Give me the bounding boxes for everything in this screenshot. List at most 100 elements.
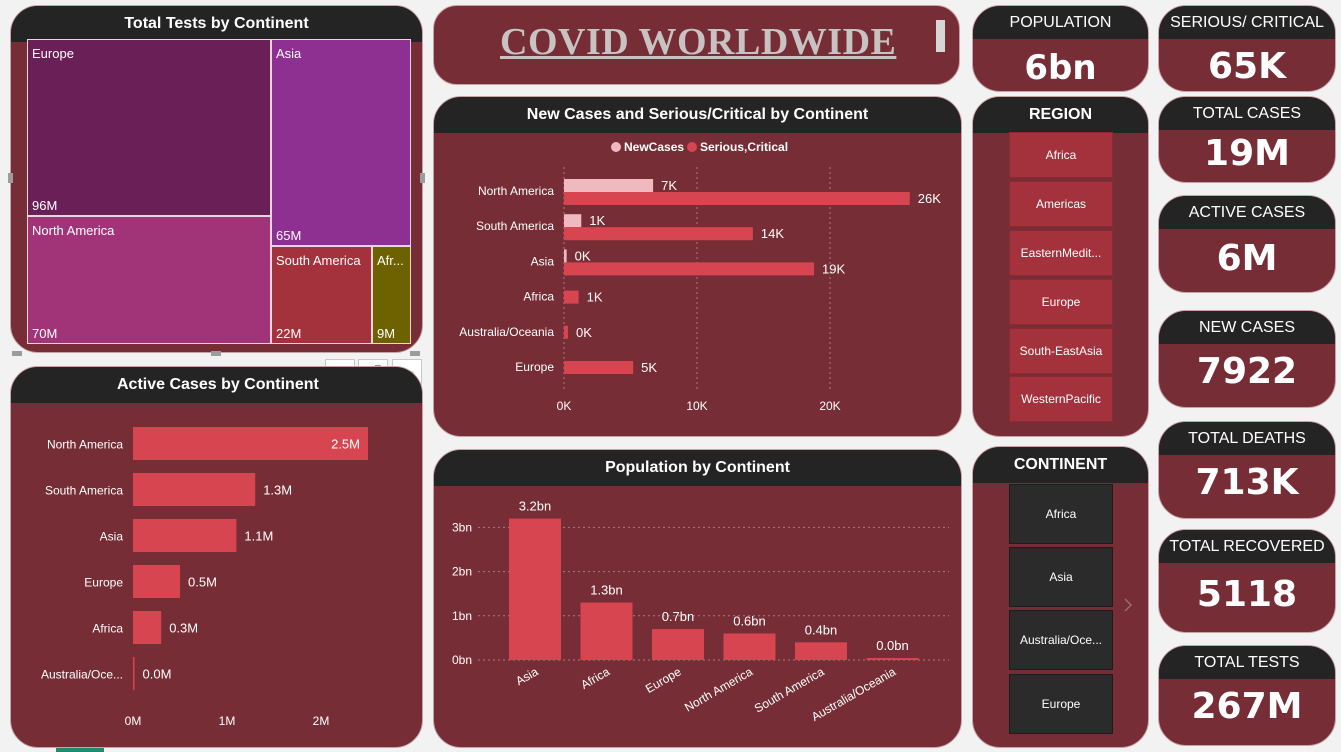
resize-handle[interactable] [8,173,13,183]
bar-new-cases [564,249,567,263]
bar-serious-critical [564,227,753,241]
bar-serious-critical [564,361,634,374]
kpi-label: TOTAL TESTS [1159,646,1335,679]
kpi-value: 65K [1208,46,1286,87]
tick-label: 0M [125,714,142,728]
chevron-right-icon[interactable] [1123,597,1133,617]
new-cases-title: New Cases and Serious/Critical by Contin… [434,97,961,133]
scrollbar[interactable] [936,20,945,52]
data-label: 0K [575,248,591,263]
kpi-label: TOTAL CASES [1159,97,1335,130]
resize-handle[interactable] [420,173,425,183]
bar-serious-critical [564,325,568,339]
treemap-label: North America [32,223,115,238]
bar [509,518,561,660]
active-cases-chart: North America 2.5M South America 1.3M Asia 1.… [41,427,368,728]
data-label: 1.1M [244,529,273,544]
dashboard-canvas: Total Tests by Continent Europe 96M Nort… [0,0,1341,752]
kpi-label: ACTIVE CASES [1159,196,1335,229]
category-label: Europe [84,576,123,590]
legend-marker [611,142,621,152]
tick-label: 2M [313,714,330,728]
slicer-item-region[interactable]: EasternMedit... [1009,230,1113,276]
slicer-item-continent[interactable]: Africa [1009,484,1113,544]
slicer-item-region[interactable]: Africa [1009,132,1113,178]
treemap-title: Total Tests by Continent [11,6,422,42]
category-label: Africa [578,664,612,692]
data-label: 5K [641,360,657,375]
treemap-label: Afr... [377,253,404,268]
kpi-value: 713K [1195,462,1299,503]
data-label: 1K [587,290,603,305]
region-slicer: REGION Africa Americas EasternMedit... E… [972,96,1149,437]
slicer-item-region[interactable]: Americas [1009,181,1113,227]
resize-handle[interactable] [12,351,22,356]
active-cases-panel[interactable]: Active Cases by Continent North America 2… [10,366,423,748]
bar-serious-critical [564,262,815,276]
data-label: 0.4bn [805,622,838,637]
kpi-label: NEW CASES [1159,311,1335,344]
title-panel: COVID WORLDWIDE [433,5,960,85]
bar [133,473,256,506]
bar [133,657,135,690]
slicer-item-continent[interactable]: Australia/Oce... [1009,610,1113,670]
page-tab-indicator[interactable] [56,748,104,752]
category-label: South America [45,484,123,498]
kpi-new-cases: NEW CASES 7922 [1158,310,1336,408]
kpi-total-cases: TOTAL CASES 19M [1158,96,1336,183]
category-label: Asia [513,664,540,688]
tick-label: 2bn [452,565,472,579]
resize-handle[interactable] [211,351,221,356]
kpi-value: 267M [1191,686,1303,727]
continent-slicer: CONTINENT Africa Asia Australia/Oce... E… [972,446,1149,748]
treemap-cell-north-america[interactable]: North America 70M [27,216,271,344]
page-title: COVID WORLDWIDE [500,21,897,63]
treemap-cell-south-america[interactable]: South America 22M [271,246,372,344]
active-cases-title: Active Cases by Continent [11,367,422,403]
data-label: 0.5M [188,575,217,590]
data-label: 26K [918,191,941,206]
slicer-item-region[interactable]: South-EastAsia [1009,328,1113,374]
slicer-item-continent[interactable]: Europe [1009,674,1113,734]
bar [133,611,162,644]
kpi-value: 5118 [1196,574,1298,615]
treemap-label: South America [276,253,361,268]
new-cases-panel[interactable]: New Cases and Serious/Critical by Contin… [433,96,962,437]
resize-handle[interactable] [410,351,420,356]
kpi-label: POPULATION [973,6,1148,39]
treemap-panel[interactable]: Total Tests by Continent Europe 96M Nort… [10,5,423,353]
legend-label: Serious,Critical [700,140,788,154]
population-panel[interactable]: Population by Continent 0bn 1bn 2bn 3bn 3.2b… [433,449,962,748]
treemap-value: 70M [32,326,58,341]
kpi-value: 7922 [1196,351,1298,392]
region-slicer-title: REGION [973,97,1148,133]
category-label: Europe [515,360,554,374]
kpi-value: 6M [1216,238,1278,279]
slicer-item-region[interactable]: WesternPacific [1009,376,1113,422]
new-cases-chart: NewCases Serious,Critical 0K 10K 20K North Am… [459,140,941,413]
category-label: North America [47,438,123,452]
data-label: 0K [576,325,592,340]
bar [723,633,776,660]
slicer-item-continent[interactable]: Asia [1009,547,1113,607]
tick-label: 10K [686,399,707,413]
data-label: 1.3M [263,483,292,498]
bar-new-cases [564,214,582,228]
treemap-cell-asia[interactable]: Asia 65M [271,39,411,246]
category-label: Australia/Oceania [459,325,554,339]
treemap-cell-africa[interactable]: Afr... 9M [372,246,411,344]
treemap-value: 65M [276,228,302,243]
treemap-label: Europe [32,46,74,61]
treemap-value: 96M [32,198,58,213]
data-label: 7K [661,178,677,193]
legend-marker [687,142,697,152]
data-label: 3.2bn [519,499,552,514]
data-label: 19K [822,261,845,276]
slicer-item-region[interactable]: Europe [1009,279,1113,325]
tick-label: 1M [219,714,236,728]
bar-serious-critical [564,290,579,304]
kpi-total-tests: TOTAL TESTS 267M [1158,645,1336,746]
kpi-serious-critical: SERIOUS/ CRITICAL 65K [1158,5,1336,92]
treemap-cell-europe[interactable]: Europe 96M [27,39,271,216]
bar [866,658,919,660]
